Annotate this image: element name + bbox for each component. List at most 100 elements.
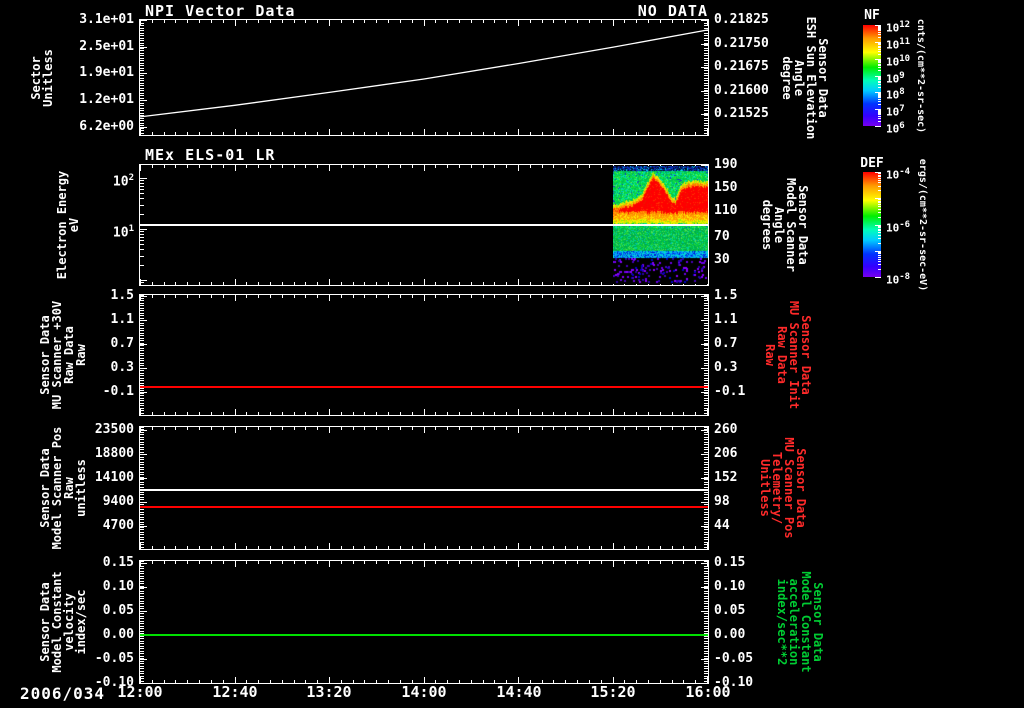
x-tick [483,427,484,430]
x-tick [235,427,236,433]
y-minor-tick [140,663,144,664]
x-tick [364,546,365,549]
x-tick [471,427,472,430]
y-minor-tick [704,658,708,659]
x-tick [223,561,224,564]
x-tick [329,279,330,285]
y-minor-tick [140,398,144,399]
y-minor-tick [140,452,144,453]
x-tick [353,427,354,430]
colorbar-title-DEF: DEF [860,156,884,171]
x-tick [553,165,554,168]
x-tick [353,680,354,683]
x-tick [447,165,448,168]
cb-minor-tick [878,26,881,27]
x-tick [565,165,566,168]
y-minor-tick [704,519,708,520]
x-tick [282,295,283,298]
y-minor-tick [140,388,144,389]
cb-minor-tick [878,180,881,181]
x-tick [223,282,224,285]
x-tick [672,295,673,298]
y-minor-tick [704,325,708,326]
x-tick [294,427,295,430]
y-log-tick [140,240,144,241]
x-tick [471,561,472,564]
y-minor-tick [140,524,144,525]
x-tick [211,165,212,168]
x-tick [636,680,637,683]
x-tick [494,546,495,549]
x-tick [341,427,342,430]
y-minor-tick [704,343,708,344]
colorbar-tick-label: 107 [886,104,905,119]
x-tick [518,279,519,285]
x-tick [483,165,484,168]
x-tick [211,412,212,415]
x-tick [471,546,472,549]
y-minor-tick [704,449,708,450]
x-tick [553,412,554,415]
x-tick [270,295,271,298]
x-tick [494,427,495,430]
x-tick [152,295,153,298]
x-tick [164,282,165,285]
y-minor-tick [140,671,144,672]
x-tick [376,412,377,415]
x-tick [435,561,436,564]
y-minor-tick [704,305,708,306]
cb-minor-tick [878,37,881,38]
x-tick [506,165,507,168]
x-tick [660,680,661,683]
x-tick [447,561,448,564]
data-hline-velocity-line [140,634,708,636]
cb-minor-tick [878,212,881,213]
x-tick [613,561,614,567]
x-tick [506,282,507,285]
x-tick [305,165,306,168]
x-tick [589,546,590,549]
x-tick-label: 13:20 [306,683,352,701]
y-minor-tick [140,464,144,465]
y-minor-tick [704,668,708,669]
y-minor-tick [140,373,144,374]
y-minor-tick [140,442,144,443]
x-tick [435,165,436,168]
colorbar-tick-label: 1011 [886,36,911,52]
x-tick [553,282,554,285]
y-minor-tick [704,566,708,567]
y-minor-tick [140,338,144,339]
x-tick [624,412,625,415]
x-tick [542,282,543,285]
x-tick [317,561,318,564]
cb-minor-tick [878,95,881,96]
y-minor-tick [704,542,708,543]
y-minor-tick [704,444,708,445]
x-tick [695,561,696,564]
x-tick [447,412,448,415]
x-tick [223,165,224,168]
y-minor-tick [704,345,708,346]
y-minor-tick [140,681,144,682]
x-tick [459,282,460,285]
x-tick [223,295,224,298]
y-minor-tick [140,325,144,326]
y-minor-tick [140,517,144,518]
x-tick [648,546,649,549]
y-log-tick [140,205,144,206]
y-log-tick [140,237,144,238]
y-tick-label: 6.2e+00 [79,118,134,134]
x-tick-label: 12:00 [117,683,163,701]
y-minor-tick [140,432,144,433]
y-minor-tick [704,583,708,584]
y-minor-tick [140,454,144,455]
y-minor-tick [704,338,708,339]
x-tick [400,546,401,549]
x-tick [565,427,566,430]
x-tick [589,295,590,298]
y-log-tick [140,189,144,190]
x-tick [459,412,460,415]
x-tick [636,412,637,415]
x-tick-label: 14:00 [401,683,447,701]
x-tick [294,282,295,285]
